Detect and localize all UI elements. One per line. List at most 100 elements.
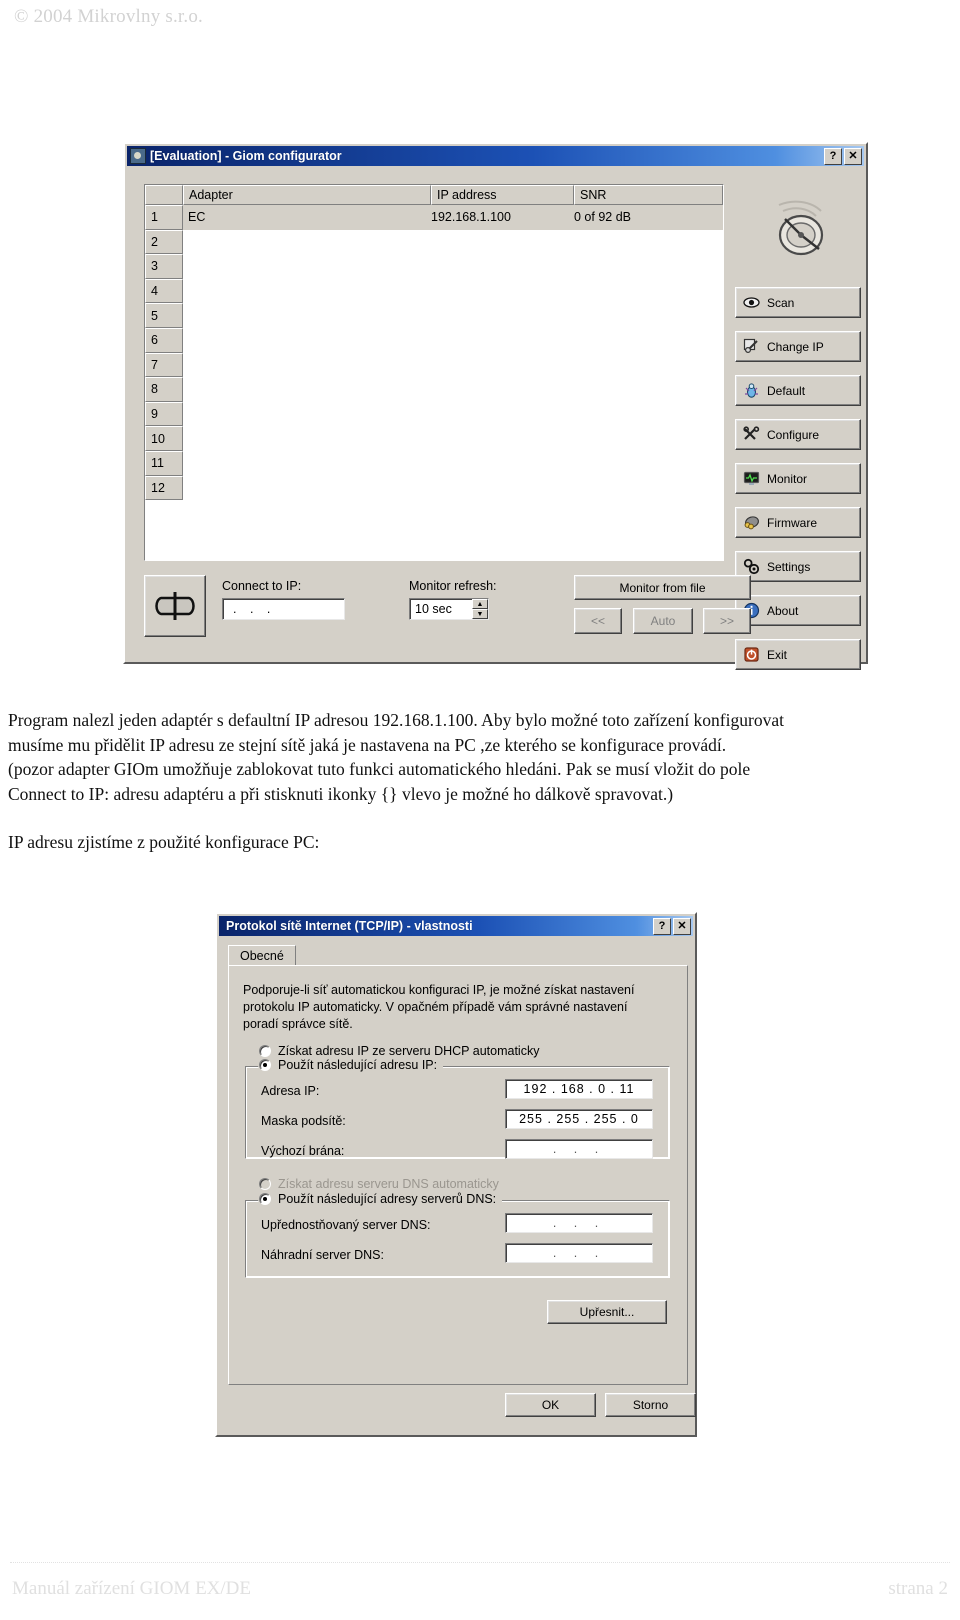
- footer-document-title: Manuál zařízení GIOM EX/DE: [12, 1578, 252, 1599]
- radio-dns-automatic[interactable]: Získat adresu serveru DNS automaticky: [259, 1177, 499, 1191]
- radio-use-following-dns[interactable]: Použít následující adresy serverů DNS:: [259, 1192, 503, 1206]
- table-row[interactable]: 11: [145, 450, 723, 476]
- table-row[interactable]: 1 EC 192.168.1.100 0 of 92 dB: [145, 205, 723, 230]
- tab-obecne[interactable]: Obecné: [228, 945, 296, 966]
- satellite-dish-icon: [778, 200, 824, 256]
- monitor-prev-button[interactable]: <<: [574, 608, 622, 634]
- table-row[interactable]: 9: [145, 401, 723, 427]
- radio-use-following-ip[interactable]: Použít následující adresu IP:: [259, 1058, 444, 1072]
- eye-icon: [743, 294, 760, 311]
- radio-dhcp-automatic[interactable]: Získat adresu IP ze serveru DHCP automat…: [259, 1044, 539, 1058]
- default-button[interactable]: Default: [735, 375, 861, 406]
- monitor-refresh-spinner[interactable]: 10 sec ▲ ▼: [409, 598, 489, 620]
- spinner-down-icon[interactable]: ▼: [472, 609, 488, 619]
- monitor-auto-button[interactable]: Auto: [633, 608, 693, 634]
- input-maska-podsite-value: 255 . 255 . 255 . 0: [519, 1112, 639, 1126]
- cancel-button[interactable]: Storno: [605, 1393, 696, 1417]
- row-cells: [183, 352, 723, 378]
- scan-button[interactable]: Scan: [735, 287, 861, 318]
- input-adresa-ip[interactable]: 192 . 168 . 0 . 11: [505, 1079, 653, 1099]
- input-adresa-ip-value: 192 . 168 . 0 . 11: [523, 1082, 635, 1096]
- button-label: Default: [767, 383, 806, 398]
- help-icon[interactable]: ?: [824, 147, 842, 165]
- advanced-button[interactable]: Upřesnit...: [547, 1300, 667, 1324]
- paragraph-two-line-1: (pozor adapter GIOm umožňuje zablokovat …: [8, 759, 751, 779]
- radio-button-icon[interactable]: [259, 1059, 271, 1071]
- paragraph-two: (pozor adapter GIOm umožňuje zablokovat …: [8, 757, 952, 806]
- table-row[interactable]: 5: [145, 303, 723, 328]
- remote-connect-plug-button[interactable]: [144, 575, 206, 637]
- table-row[interactable]: 3: [145, 254, 723, 279]
- footer-page-number: strana 2: [888, 1578, 948, 1599]
- table-row[interactable]: 7: [145, 352, 723, 378]
- column-header-snr[interactable]: SNR: [574, 185, 723, 205]
- spinner-arrows[interactable]: ▲ ▼: [472, 599, 488, 619]
- description-line-3: poradí správce sítě.: [243, 1017, 353, 1031]
- description-line-2: protokolu IP automaticky. V opačném příp…: [243, 1000, 628, 1014]
- input-preferred-dns[interactable]: . . .: [505, 1213, 653, 1233]
- row-cells: [183, 303, 723, 328]
- table-row[interactable]: 2: [145, 229, 723, 255]
- table-row[interactable]: 12: [145, 475, 723, 501]
- giom-configurator-window: [Evaluation] - Giom configurator ? ✕ Ada…: [123, 142, 868, 670]
- row-number: 9: [145, 401, 183, 427]
- label-alternate-dns: Náhradní server DNS:: [261, 1248, 384, 1262]
- table-row[interactable]: 10: [145, 426, 723, 451]
- paragraph-one-line-1: Program nalezl jeden adaptér s defaultní…: [8, 710, 784, 730]
- giom-window-title: [Evaluation] - Giom configurator: [150, 149, 342, 163]
- input-vychozi-brana[interactable]: . . .: [505, 1139, 653, 1159]
- cell-snr: 0 of 92 dB: [574, 210, 631, 225]
- radio-use-following-ip-label: Použít následující adresu IP:: [278, 1058, 438, 1072]
- row-cells: [183, 327, 723, 353]
- row-number: 12: [145, 475, 183, 501]
- close-icon[interactable]: ✕: [673, 917, 691, 935]
- table-row[interactable]: 8: [145, 377, 723, 402]
- monitor-icon: [743, 470, 760, 487]
- row-cells: [183, 278, 723, 304]
- tcpip-window-title: Protokol sítě Internet (TCP/IP) - vlastn…: [226, 919, 473, 933]
- input-alternate-dns-value: . . .: [552, 1246, 606, 1260]
- monitor-button[interactable]: Monitor: [735, 463, 861, 494]
- cell-adapter: EC: [188, 210, 206, 225]
- footer-divider: [10, 1562, 950, 1563]
- firmware-button[interactable]: Firmware: [735, 507, 861, 538]
- row-cells: [183, 450, 723, 476]
- description-line-1: Podporuje-li síť automatickou konfigurac…: [243, 983, 635, 997]
- monitor-next-button[interactable]: >>: [703, 608, 751, 634]
- configure-button[interactable]: Configure: [735, 419, 861, 450]
- row-cells: [183, 377, 723, 402]
- table-row[interactable]: 4: [145, 278, 723, 304]
- connect-to-ip-input[interactable]: . . .: [222, 598, 345, 620]
- table-row[interactable]: 6: [145, 327, 723, 353]
- close-icon[interactable]: ✕: [844, 147, 862, 165]
- button-label: Configure: [767, 427, 820, 442]
- giom-title-bar: [Evaluation] - Giom configurator ? ✕: [127, 146, 864, 166]
- connect-to-ip-label: Connect to IP:: [222, 579, 302, 593]
- radio-button-icon[interactable]: [259, 1178, 271, 1190]
- row-cells: [183, 229, 723, 255]
- satellite-app-icon: [130, 148, 146, 164]
- radio-button-icon[interactable]: [259, 1045, 271, 1057]
- tcpip-description: Podporuje-li síť automatickou konfigurac…: [243, 982, 668, 1033]
- change-ip-button[interactable]: Change IP: [735, 331, 861, 362]
- row-cells: [183, 475, 723, 501]
- adapter-list[interactable]: Adapter IP address SNR 1 EC 192.168.1.100 0…: [144, 184, 724, 561]
- column-header-ip-address[interactable]: IP address: [431, 185, 574, 205]
- monitor-from-file-button[interactable]: Monitor from file: [574, 575, 751, 600]
- spinner-up-icon[interactable]: ▲: [472, 599, 488, 609]
- row-number: 8: [145, 377, 183, 402]
- ok-button[interactable]: OK: [505, 1393, 596, 1417]
- help-icon[interactable]: ?: [653, 917, 671, 935]
- input-alternate-dns[interactable]: . . .: [505, 1243, 653, 1263]
- radio-button-icon[interactable]: [259, 1193, 271, 1205]
- paragraph-one-line-2: musíme mu přidělit IP adresu ze stejní s…: [8, 734, 727, 755]
- paragraph-two-line-2: Connect to IP: adresu adaptéru a při sti…: [8, 783, 674, 804]
- row-number: 2: [145, 229, 183, 255]
- paragraph-three: IP adresu zjistíme z použité konfigurace…: [8, 832, 320, 852]
- button-label: Monitor: [767, 471, 808, 486]
- input-maska-podsite[interactable]: 255 . 255 . 255 . 0: [505, 1109, 653, 1129]
- adapter-list-rows: 1 EC 192.168.1.100 0 of 92 dB 2 3 4 5 6 7 8 9 10 11 12: [145, 205, 723, 501]
- column-header-adapter[interactable]: Adapter: [183, 185, 431, 205]
- tcpip-title-bar: Protokol sítě Internet (TCP/IP) - vlastn…: [219, 916, 693, 936]
- button-label: Change IP: [767, 339, 824, 354]
